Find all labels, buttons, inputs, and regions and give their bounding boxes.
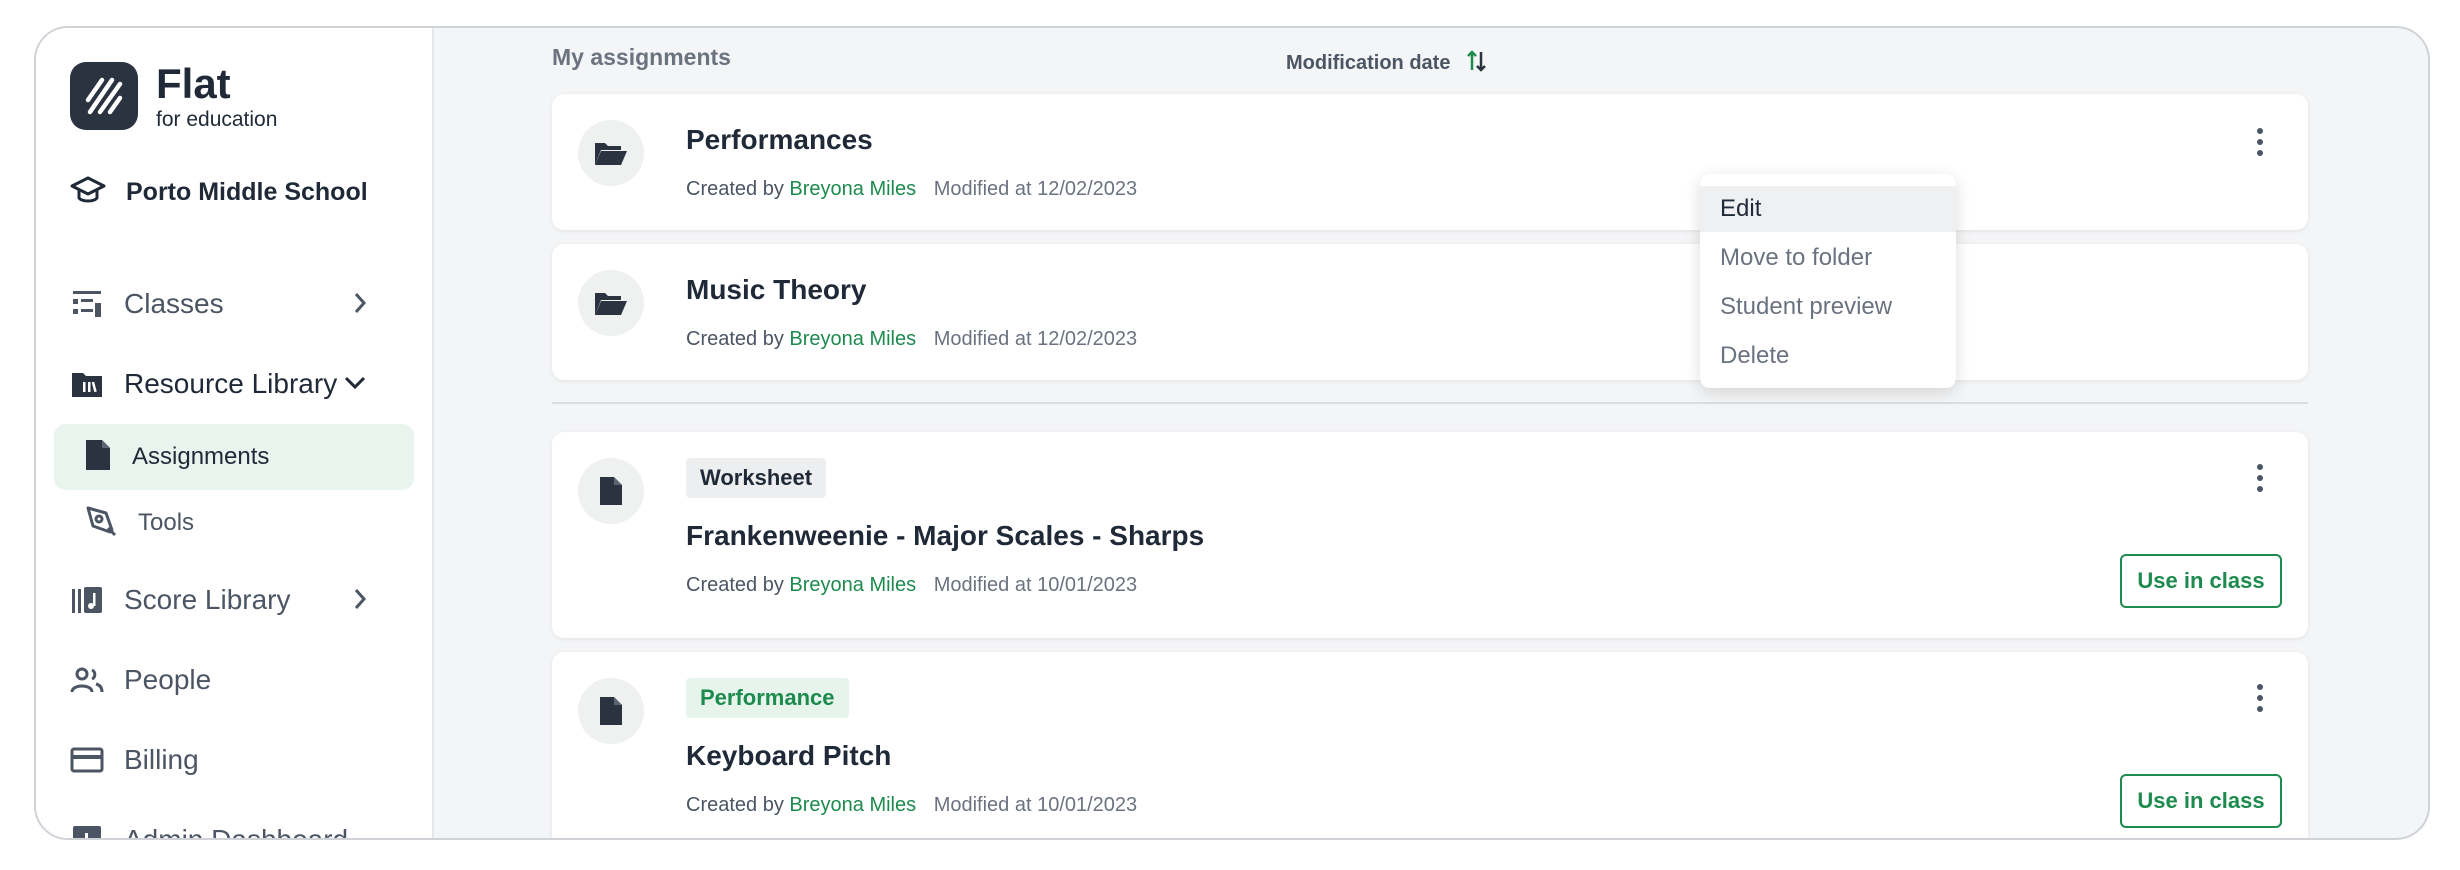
section-title: My assignments (552, 44, 731, 70)
card-meta: Created by Breyona Miles Modified at 10/… (686, 794, 1137, 817)
menu-item-delete[interactable]: Delete (1700, 333, 1956, 379)
author-link[interactable]: Breyona Miles (789, 328, 916, 350)
school-name: Porto Middle School (126, 178, 368, 206)
assignment-card-keyboard-pitch[interactable]: Performance Keyboard Pitch Created by Br… (552, 652, 2308, 838)
sidebar: Flat for education Porto Middle School C… (36, 28, 434, 838)
score-library-icon (70, 583, 104, 617)
section-divider (552, 402, 2308, 404)
main-content: My assignments Modification date Perform… (434, 28, 2428, 838)
created-by-label: Created by (686, 794, 784, 816)
sort-arrows-icon (1466, 48, 1488, 79)
folder-open-icon (578, 270, 644, 336)
brand-title: Flat (156, 59, 231, 107)
folder-card-music-theory[interactable]: Music Theory Created by Breyona Miles Mo… (552, 244, 2308, 380)
folder-open-icon (578, 120, 644, 186)
sidebar-item-label: Resource Library (124, 368, 338, 399)
modified-date: Modified at 10/01/2023 (933, 574, 1138, 596)
created-by-label: Created by (686, 178, 784, 200)
context-menu: Edit Move to folder Student preview Dele… (1700, 174, 1956, 388)
created-by-label: Created by (686, 328, 784, 350)
sidebar-item-label: Score Library (124, 584, 291, 615)
school-selector[interactable]: Porto Middle School (70, 174, 368, 211)
sidebar-item-label: Classes (124, 288, 224, 319)
card-meta: Created by Breyona Miles Modified at 12/… (686, 178, 1137, 201)
sidebar-item-score-library[interactable]: Score Library (70, 572, 400, 628)
document-icon (578, 678, 644, 744)
card-title[interactable]: Frankenweenie - Major Scales - Sharps (686, 520, 1204, 552)
pen-tool-icon (84, 504, 118, 543)
card-meta: Created by Breyona Miles Modified at 12/… (686, 328, 1137, 351)
document-icon (578, 458, 644, 524)
more-options-icon[interactable] (2250, 458, 2270, 498)
card-meta: Created by Breyona Miles Modified at 10/… (686, 574, 1137, 597)
sidebar-item-label: Admin Dashboard (124, 824, 349, 840)
flat-logo-icon (70, 62, 138, 130)
card-title[interactable]: Performances (686, 124, 873, 156)
menu-item-edit[interactable]: Edit (1700, 186, 1956, 232)
menu-item-move-to-folder[interactable]: Move to folder (1700, 235, 1956, 281)
sidebar-item-label: Tools (138, 509, 195, 536)
created-by-label: Created by (686, 574, 784, 596)
author-link[interactable]: Breyona Miles (789, 178, 916, 200)
credit-card-icon (70, 743, 104, 777)
document-icon (84, 438, 112, 477)
bar-chart-icon (70, 823, 104, 838)
modified-date: Modified at 12/02/2023 (933, 328, 1138, 350)
assignment-card-frankenweenie[interactable]: Worksheet Frankenweenie - Major Scales -… (552, 432, 2308, 638)
sidebar-item-classes[interactable]: Classes (70, 276, 400, 332)
folder-card-performances[interactable]: Performances Created by Breyona Miles Mo… (552, 94, 2308, 230)
chevron-right-icon (352, 586, 368, 617)
author-link[interactable]: Breyona Miles (789, 794, 916, 816)
library-folder-icon (70, 367, 104, 401)
sidebar-item-tools[interactable]: Tools (54, 490, 414, 556)
sidebar-item-billing[interactable]: Billing (70, 732, 400, 788)
brand-logo[interactable]: Flat for education (70, 62, 277, 130)
chevron-down-icon (342, 370, 368, 401)
more-options-icon[interactable] (2250, 678, 2270, 718)
card-title[interactable]: Keyboard Pitch (686, 740, 891, 772)
sidebar-item-label: Billing (124, 744, 199, 775)
chevron-right-icon (352, 290, 368, 321)
modified-date: Modified at 12/02/2023 (933, 178, 1138, 200)
brand-subtitle: for education (156, 107, 278, 131)
author-link[interactable]: Breyona Miles (789, 574, 916, 596)
sort-label: Modification date (1286, 52, 1451, 74)
sort-control[interactable]: Modification date (1286, 48, 1488, 79)
menu-item-student-preview[interactable]: Student preview (1700, 284, 1956, 330)
app-window: Flat for education Porto Middle School C… (34, 26, 2430, 840)
use-in-class-button[interactable]: Use in class (2120, 554, 2282, 608)
type-badge: Performance (686, 678, 849, 718)
sidebar-item-assignments[interactable]: Assignments (54, 424, 414, 490)
classes-icon (70, 287, 104, 321)
type-badge: Worksheet (686, 458, 827, 498)
sidebar-item-label: Assignments (132, 443, 270, 470)
more-options-icon[interactable] (2250, 122, 2270, 162)
sidebar-item-resource-library[interactable]: Resource Library (70, 356, 400, 412)
sidebar-item-admin-dashboard[interactable]: Admin Dashboard (70, 812, 400, 840)
people-icon (70, 663, 104, 697)
modified-date: Modified at 10/01/2023 (933, 794, 1138, 816)
card-title[interactable]: Music Theory (686, 274, 866, 306)
graduation-cap-icon (70, 174, 106, 211)
sidebar-item-people[interactable]: People (70, 652, 400, 708)
sidebar-item-label: People (124, 664, 212, 695)
use-in-class-button[interactable]: Use in class (2120, 774, 2282, 828)
